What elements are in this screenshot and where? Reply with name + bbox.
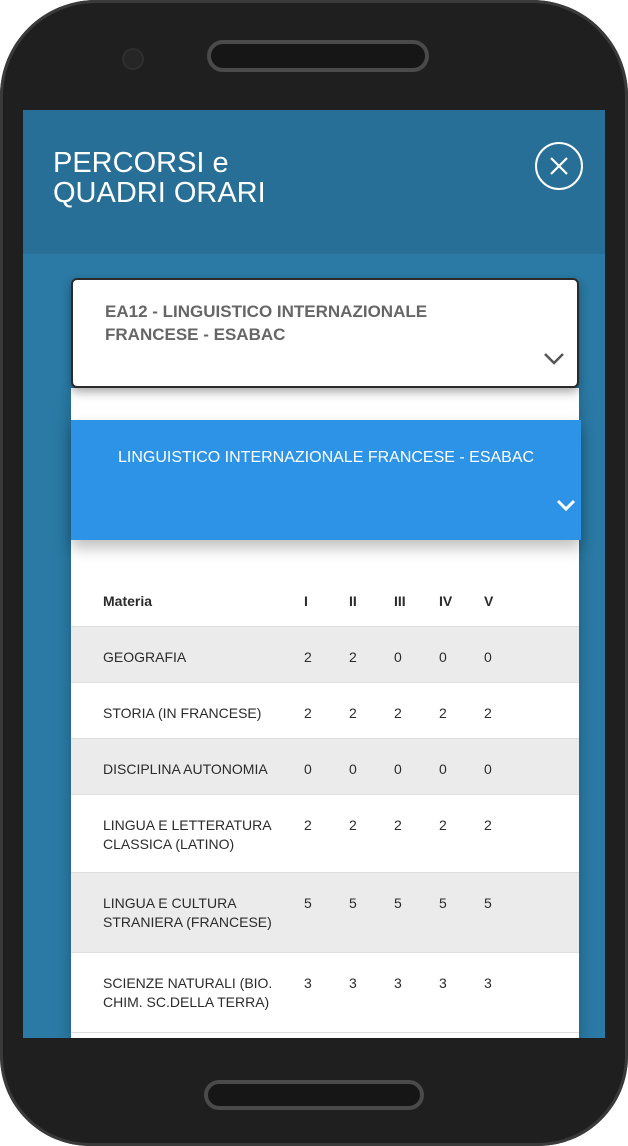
hours-cell: 2 [484, 682, 529, 739]
table-row: STORIA (IN FRANCESE) 2 2 2 2 2 [71, 682, 579, 739]
hours-cell: 2 [394, 794, 439, 873]
subject-cell: LINGUA E CULTURA STRANIERA (FRANCESE) [71, 872, 304, 953]
table-row: LINGUA E CULTURA STRANIERA (FRANCESE) 5 5 5… [71, 872, 579, 953]
accordion-header[interactable]: LINGUISTICO INTERNAZIONALE FRANCESE - ES… [71, 420, 581, 540]
row-spacer [529, 626, 579, 683]
subject-cell: SCIENZE NATURALI (BIO. CHIM. SC.DELLA TE… [71, 952, 304, 1033]
hours-cell: 0 [484, 738, 529, 795]
hours-cell: 2 [349, 682, 394, 739]
column-header: II [349, 572, 394, 627]
hours-cell: 3 [394, 952, 439, 1033]
hours-cell: 2 [304, 794, 349, 873]
row-spacer [529, 682, 579, 739]
hours-cell: 2 [484, 794, 529, 873]
speaker-grille [207, 40, 429, 72]
hours-cell: 5 [349, 872, 394, 953]
hours-cell: 2 [304, 626, 349, 683]
course-select-value: EA12 - LINGUISTICO INTERNAZIONALE FRANCE… [105, 302, 428, 344]
camera-icon [122, 48, 144, 70]
subject-cell: GEOGRAFIA [71, 626, 304, 683]
hours-cell: 2 [439, 794, 484, 873]
timetable: Materia I II III IV V GEOGRAFIA 2 2 0 0 0 STOR… [71, 572, 579, 1038]
hours-cell: 3 [439, 952, 484, 1033]
hours-cell: 0 [439, 626, 484, 683]
app-screen: PERCORSI e QUADRI ORARI EA12 - LINGUISTI… [23, 110, 605, 1038]
hours-cell: 3 [349, 952, 394, 1033]
close-button[interactable] [535, 142, 583, 190]
hours-cell: 0 [394, 626, 439, 683]
hours-cell: 2 [349, 626, 394, 683]
hours-cell: 3 [304, 952, 349, 1033]
row-spacer [529, 738, 579, 795]
hours-cell: 0 [439, 738, 484, 795]
close-icon [550, 157, 568, 175]
table-body: GEOGRAFIA 2 2 0 0 0 STORIA (IN FRANCESE) 2 2 2 2 2 D… [71, 626, 579, 1033]
course-select[interactable]: EA12 - LINGUISTICO INTERNAZIONALE FRANCE… [71, 278, 579, 388]
hours-cell: 3 [484, 952, 529, 1033]
chevron-down-icon [556, 499, 576, 512]
row-spacer [529, 952, 579, 1033]
modal-header: PERCORSI e QUADRI ORARI [23, 110, 605, 254]
hours-cell: 2 [304, 682, 349, 739]
hours-cell: 0 [484, 626, 529, 683]
hours-cell: 0 [394, 738, 439, 795]
hours-cell: 0 [349, 738, 394, 795]
row-spacer [529, 794, 579, 873]
hours-cell: 2 [394, 682, 439, 739]
table-row: GEOGRAFIA 2 2 0 0 0 [71, 626, 579, 683]
hours-cell: 5 [304, 872, 349, 953]
column-header: III [394, 572, 439, 627]
subject-cell: LINGUA E LETTERATURA CLASSICA (LATINO) [71, 794, 304, 873]
column-header: IV [439, 572, 484, 627]
column-header: Materia [71, 572, 304, 627]
table-row: SCIENZE NATURALI (BIO. CHIM. SC.DELLA TE… [71, 952, 579, 1033]
home-button[interactable] [204, 1080, 424, 1110]
column-header: I [304, 572, 349, 627]
hours-table: Materia I II III IV V GEOGRAFIA 2 2 0 0 0 STOR… [71, 572, 579, 1033]
phone-frame: PERCORSI e QUADRI ORARI EA12 - LINGUISTI… [0, 0, 628, 1146]
hours-cell: 5 [394, 872, 439, 953]
table-row: LINGUA E LETTERATURA CLASSICA (LATINO) 2 2… [71, 794, 579, 873]
column-spacer [529, 572, 579, 627]
page-title: PERCORSI e QUADRI ORARI [53, 147, 266, 209]
subject-cell: DISCIPLINA AUTONOMIA [71, 738, 304, 795]
subject-cell: STORIA (IN FRANCESE) [71, 682, 304, 739]
hours-cell: 2 [439, 682, 484, 739]
accordion-label: LINGUISTICO INTERNAZIONALE FRANCESE - ES… [118, 449, 535, 466]
row-spacer [529, 872, 579, 953]
table-row: DISCIPLINA AUTONOMIA 0 0 0 0 0 [71, 738, 579, 795]
hours-cell: 5 [484, 872, 529, 953]
hours-cell: 0 [304, 738, 349, 795]
column-header: V [484, 572, 529, 627]
chevron-down-icon [544, 353, 564, 365]
hours-cell: 5 [439, 872, 484, 953]
hours-cell: 2 [349, 794, 394, 873]
table-header-row: Materia I II III IV V [71, 572, 579, 627]
